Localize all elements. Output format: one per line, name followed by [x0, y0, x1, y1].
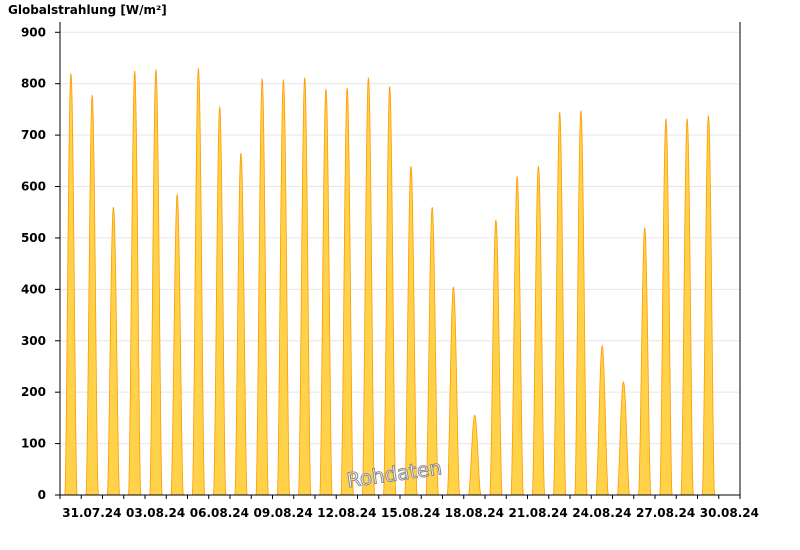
day-area-08.08.24 — [255, 78, 269, 496]
y-tick-label-200: 200 — [21, 385, 46, 399]
day-area-17.08.24 — [446, 286, 460, 496]
day-area-21.08.24 — [531, 165, 545, 496]
x-tick-label-27.08.24: 27.08.24 — [636, 506, 695, 520]
x-tick-label-30.08.24: 30.08.24 — [700, 506, 759, 520]
day-area-07.08.24 — [234, 153, 248, 496]
day-area-26.08.24 — [638, 227, 652, 496]
y-tick-label-700: 700 — [21, 128, 46, 142]
x-axis-ticks: 31.07.24 03.08.24 06.08.24 09.08.24 12.08.24… — [59, 495, 759, 520]
y-axis-ticks: 0 100 200 300 400 500 600 700 800 900 — [21, 25, 60, 502]
y-tick-label-800: 800 — [21, 77, 46, 91]
y-tick-label-900: 900 — [21, 25, 46, 39]
x-tick-label-24.08.24: 24.08.24 — [572, 506, 631, 520]
radiation-chart: Globalstrahlung [W/m²] 0 100 200 300 400 500 6… — [8, 3, 759, 520]
y-tick-label-400: 400 — [21, 282, 46, 296]
chart-container: Globalstrahlung [W/m²] 0 100 200 300 400 500 6… — [0, 0, 800, 550]
day-area-12.08.24 — [340, 87, 354, 496]
day-area-16.08.24 — [425, 207, 439, 496]
day-area-20.08.24 — [510, 176, 524, 496]
y-tick-label-100: 100 — [21, 437, 46, 451]
day-area-27.08.24 — [659, 118, 673, 496]
daily-radiation-areas — [64, 68, 715, 496]
day-area-19.08.24 — [489, 219, 503, 496]
day-area-11.08.24 — [319, 88, 333, 496]
chart-title: Globalstrahlung [W/m²] — [8, 3, 167, 17]
x-tick-label-18.08.24: 18.08.24 — [445, 506, 504, 520]
y-tick-label-300: 300 — [21, 334, 46, 348]
day-area-10.08.24 — [298, 77, 312, 496]
x-tick-label-09.08.24: 09.08.24 — [254, 506, 313, 520]
x-tick-label-03.08.24: 03.08.24 — [126, 506, 185, 520]
x-tick-label-15.08.24: 15.08.24 — [381, 506, 440, 520]
day-area-25.08.24 — [616, 380, 630, 496]
axes — [59, 22, 741, 496]
day-area-22.08.24 — [553, 111, 567, 496]
x-tick-label-06.08.24: 06.08.24 — [190, 506, 249, 520]
day-area-14.08.24 — [383, 86, 397, 496]
day-area-29.08.24 — [701, 115, 715, 496]
day-area-30.07.24 — [64, 73, 78, 496]
day-area-05.08.24 — [191, 68, 205, 496]
day-area-15.08.24 — [404, 165, 418, 496]
day-area-03.08.24 — [149, 69, 163, 496]
x-tick-label-12.08.24: 12.08.24 — [317, 506, 376, 520]
day-area-18.08.24 — [468, 414, 482, 496]
day-area-01.08.24 — [106, 207, 120, 496]
day-area-02.08.24 — [128, 70, 142, 496]
day-area-31.07.24 — [85, 94, 99, 496]
day-area-13.08.24 — [361, 77, 375, 496]
day-area-24.08.24 — [595, 344, 609, 496]
y-tick-label-600: 600 — [21, 180, 46, 194]
day-area-23.08.24 — [574, 110, 588, 496]
day-area-04.08.24 — [170, 194, 184, 496]
day-area-06.08.24 — [213, 106, 227, 496]
day-area-28.08.24 — [680, 118, 694, 496]
y-tick-label-0: 0 — [38, 488, 46, 502]
y-tick-label-500: 500 — [21, 231, 46, 245]
x-tick-label-21.08.24: 21.08.24 — [509, 506, 568, 520]
x-tick-label-31.07.24: 31.07.24 — [62, 506, 121, 520]
day-area-09.08.24 — [276, 79, 290, 496]
gridlines — [60, 31, 740, 445]
